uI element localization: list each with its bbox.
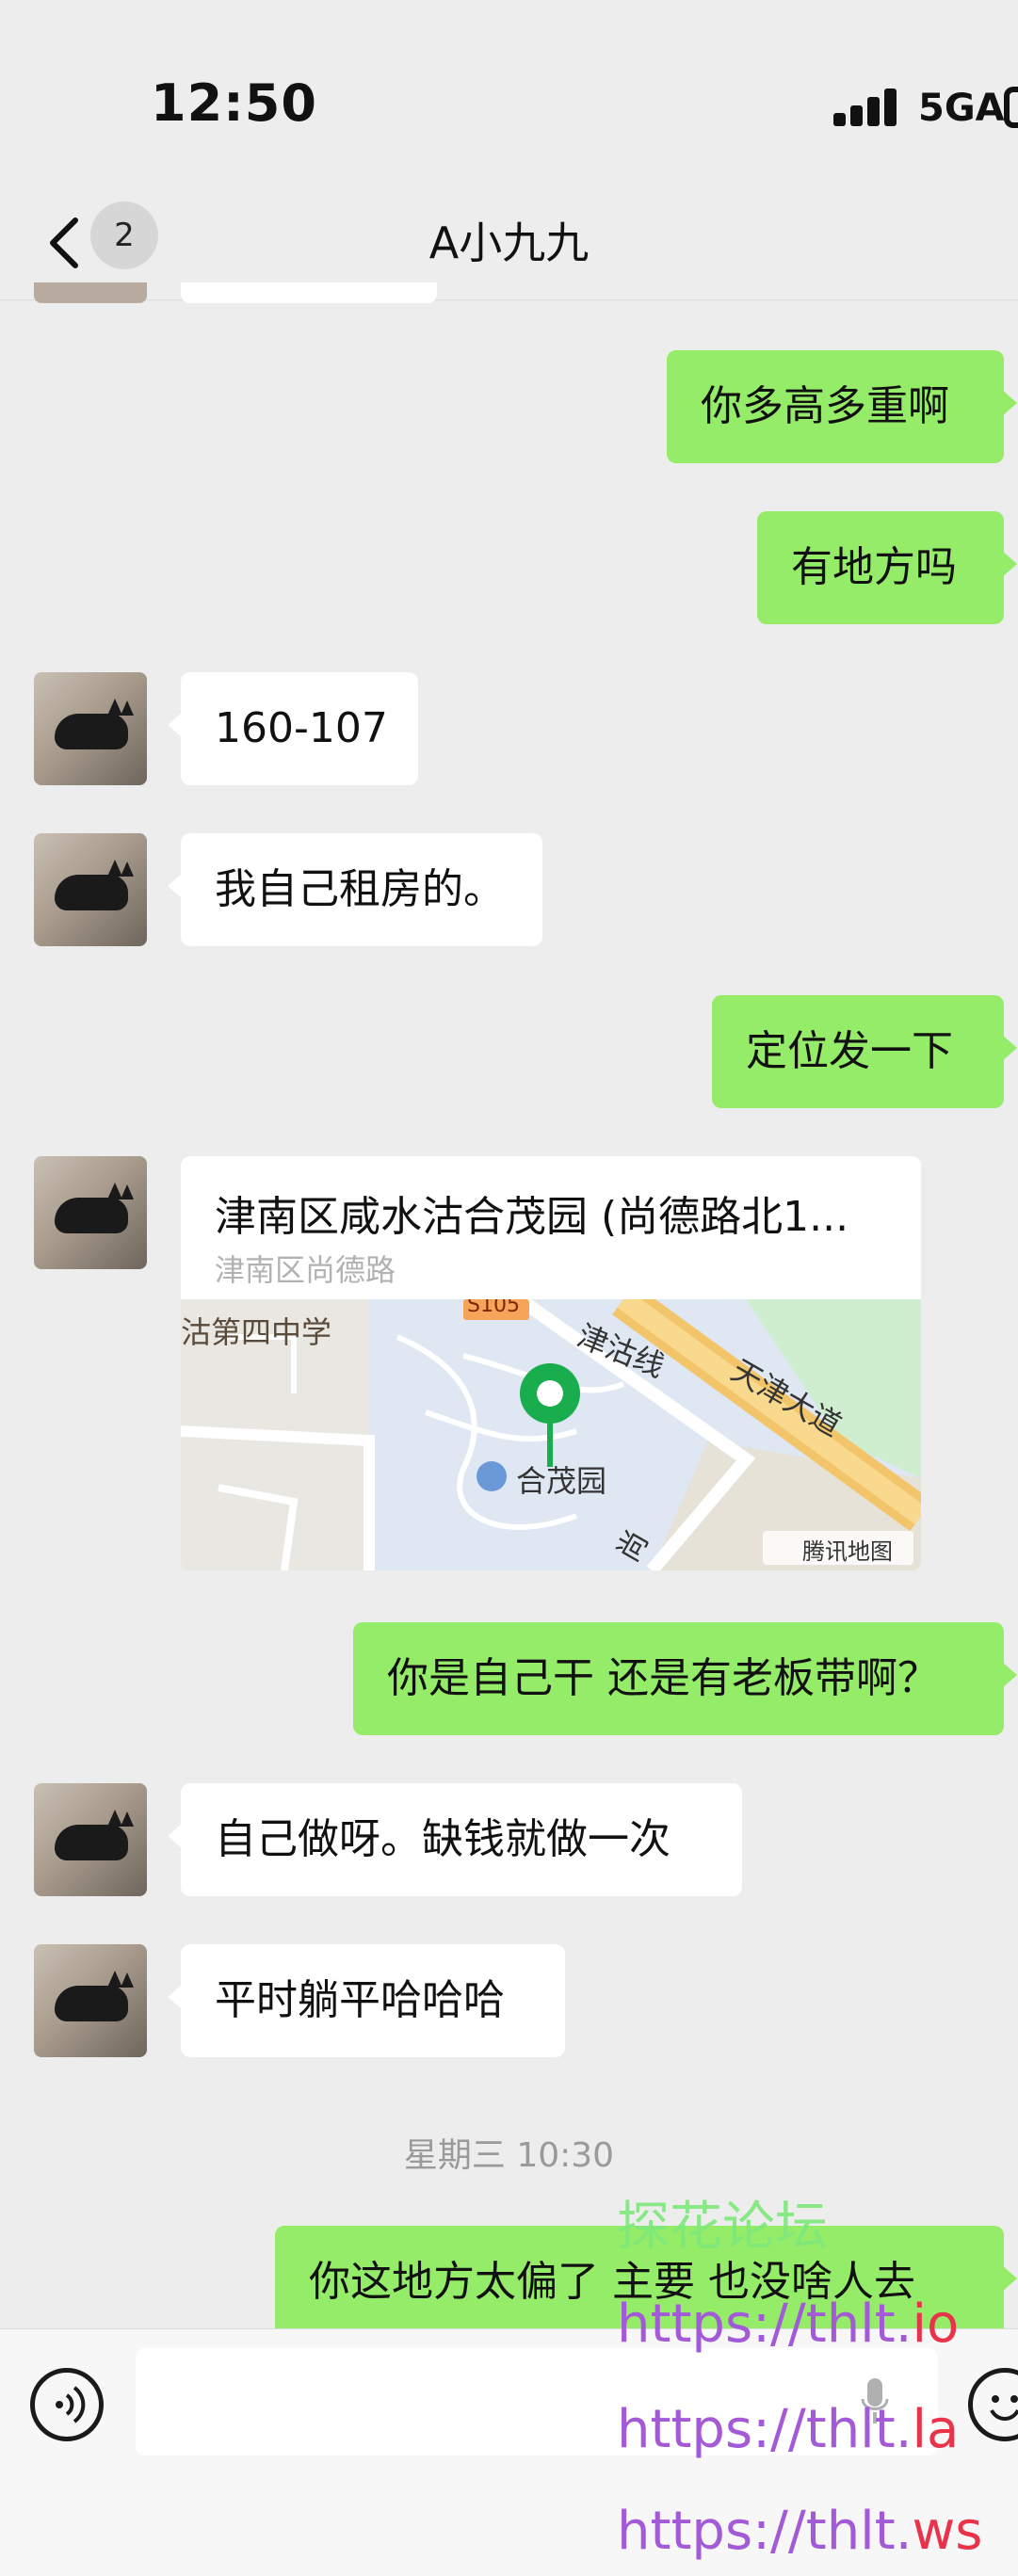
message-text: 自己做呀。缺钱就做一次 (215, 1815, 671, 1863)
message-timestamp: 星期三 10:30 (403, 2136, 615, 2175)
message-bubble-incoming[interactable]: 自己做呀。缺钱就做一次 (168, 1783, 742, 1896)
status-bar: 12:50 5GA (0, 0, 1018, 188)
watermark-url-2: https://thlt.la (617, 2399, 960, 2460)
contact-avatar[interactable] (34, 833, 147, 946)
message-bubble-incoming[interactable]: 160-107 (168, 672, 418, 785)
message-bubble-outgoing[interactable]: 有地方吗 (757, 511, 1017, 624)
map-label-poi: 合茂园 (516, 1463, 607, 1499)
map-label-school: 沽第四中学 (181, 1314, 332, 1350)
message-text: 你多高多重啊 (701, 382, 949, 430)
message-bubble-incoming[interactable]: 平时躺平哈哈哈 (168, 1944, 565, 2057)
watermark-url-3: https://thlt.ws (617, 2501, 983, 2562)
network-label: 5GA (918, 87, 1005, 130)
message-text: 我自己租房的。 (215, 865, 505, 913)
location-card[interactable]: 津南区咸水沽合茂园 (尚德路北1... 津南区尚德路 沽第四中学 S105 津沽 (181, 1156, 921, 1570)
message-text: 定位发一下 (746, 1027, 953, 1075)
watermark-forum: 探花论坛 (617, 2197, 828, 2258)
signal-icon (833, 87, 899, 126)
message-text: 你是自己干 还是有老板带啊？ (387, 1654, 939, 1702)
voice-input-icon[interactable] (30, 2368, 104, 2441)
message-text: 160-107 (215, 704, 388, 752)
partial-avatar (34, 282, 147, 303)
message-bubble-outgoing[interactable]: 定位发一下 (712, 995, 1017, 1108)
message-bubble-outgoing[interactable]: 你是自己干 还是有老板带啊？ (353, 1622, 1017, 1735)
location-title: 津南区咸水沽合茂园 (尚德路北1... (215, 1193, 849, 1241)
message-bubble-outgoing[interactable]: 你多高多重啊 (667, 350, 1017, 463)
contact-avatar[interactable] (34, 1783, 147, 1896)
contact-avatar[interactable] (34, 1944, 147, 2057)
message-text: 有地方吗 (791, 543, 957, 591)
map-label-road-code: S105 (467, 1299, 520, 1317)
status-time: 12:50 (151, 73, 317, 133)
message-text: 平时躺平哈哈哈 (215, 1976, 505, 2024)
battery-icon (1004, 87, 1018, 128)
chat-title: A小九九 (428, 217, 590, 268)
message-bubble-incoming[interactable]: 我自己租房的。 (168, 833, 542, 946)
contact-avatar[interactable] (34, 1156, 147, 1269)
location-map[interactable]: 沽第四中学 S105 津沽线 天津大道 合茂园 尚 腾讯地图 (181, 1299, 921, 1570)
emoji-icon[interactable] (968, 2368, 1018, 2441)
partial-bubble (181, 282, 437, 303)
map-provider-label: 腾讯地图 (802, 1538, 893, 1565)
contact-avatar[interactable] (34, 672, 147, 785)
watermark-url-1: https://thlt.io (617, 2294, 960, 2355)
location-subtitle: 津南区尚德路 (215, 1252, 396, 1288)
